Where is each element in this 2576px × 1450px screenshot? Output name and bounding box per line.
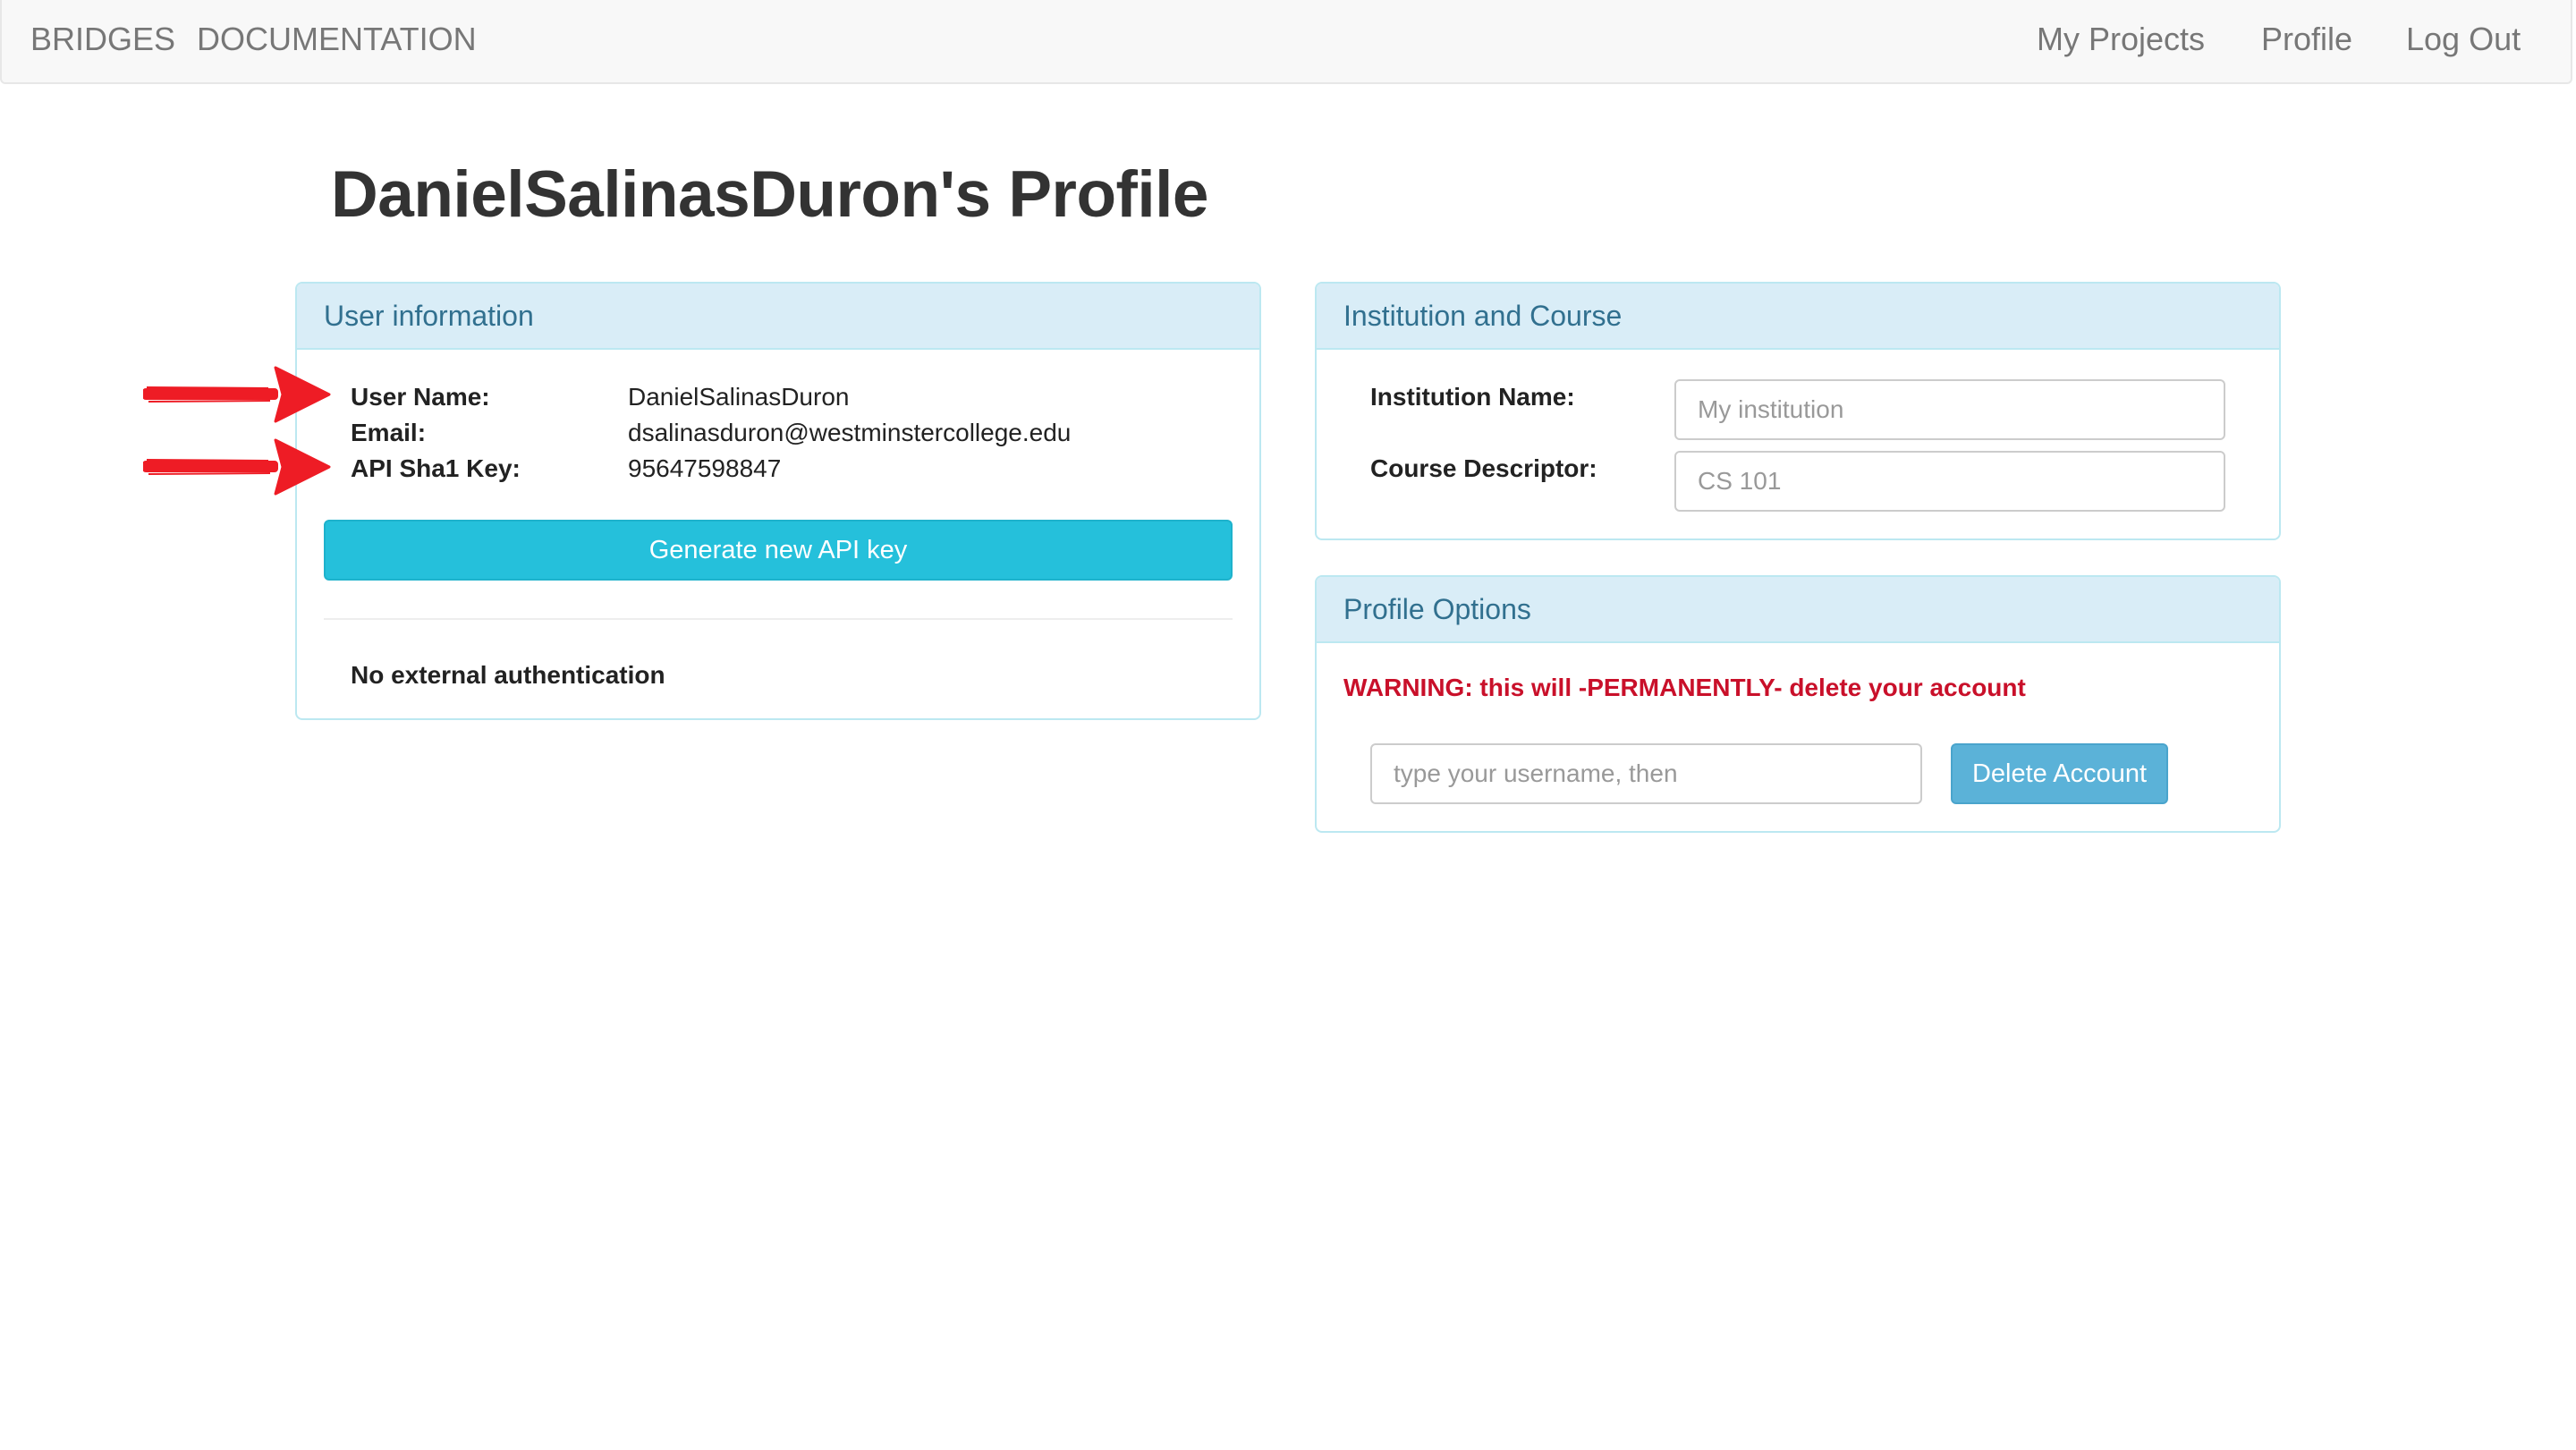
profile-link[interactable]: Profile: [2261, 20, 2352, 59]
panel-heading: User information: [297, 284, 1259, 350]
institution-name-label: Institution Name:: [1370, 383, 1575, 411]
panel-heading: Institution and Course: [1317, 284, 2279, 350]
institution-name-input[interactable]: [1674, 379, 2225, 440]
user-information-panel: User information User Name: DanielSalina…: [295, 282, 1261, 720]
panel-title: Profile Options: [1343, 593, 1531, 625]
brand-link[interactable]: BRIDGES: [30, 20, 175, 59]
username-label: User Name:: [351, 383, 490, 411]
external-auth-status: No external authentication: [351, 661, 665, 689]
logout-link[interactable]: Log Out: [2406, 20, 2521, 59]
top-navbar: BRIDGES DOCUMENTATION My Projects Profil…: [0, 0, 2572, 84]
email-label: Email:: [351, 419, 427, 446]
institution-course-panel: Institution and Course Institution Name:…: [1315, 282, 2281, 540]
documentation-link[interactable]: DOCUMENTATION: [197, 20, 477, 59]
delete-account-button[interactable]: Delete Account: [1951, 743, 2168, 804]
annotation-arrow-icon: [143, 366, 331, 423]
annotation-arrow-icon: [143, 438, 331, 496]
api-key-value: 95647598847: [628, 454, 782, 482]
generate-api-key-button[interactable]: Generate new API key: [324, 520, 1233, 581]
confirm-username-input[interactable]: [1370, 743, 1922, 804]
delete-warning: WARNING: this will -PERMANENTLY- delete …: [1343, 674, 2026, 701]
my-projects-link[interactable]: My Projects: [2037, 20, 2205, 59]
profile-options-panel: Profile Options WARNING: this will -PERM…: [1315, 575, 2281, 833]
username-value: DanielSalinasDuron: [628, 383, 850, 411]
page-title: DanielSalinasDuron's Profile: [331, 158, 1209, 231]
email-value: dsalinasduron@westminstercollege.edu: [628, 419, 1072, 446]
panel-heading: Profile Options: [1317, 577, 2279, 643]
course-descriptor-label: Course Descriptor:: [1370, 454, 1597, 482]
panel-title: Institution and Course: [1343, 300, 1623, 332]
api-key-label: API Sha1 Key:: [351, 454, 521, 482]
panel-title: User information: [324, 300, 534, 332]
divider: [324, 618, 1233, 620]
course-descriptor-input[interactable]: [1674, 451, 2225, 512]
